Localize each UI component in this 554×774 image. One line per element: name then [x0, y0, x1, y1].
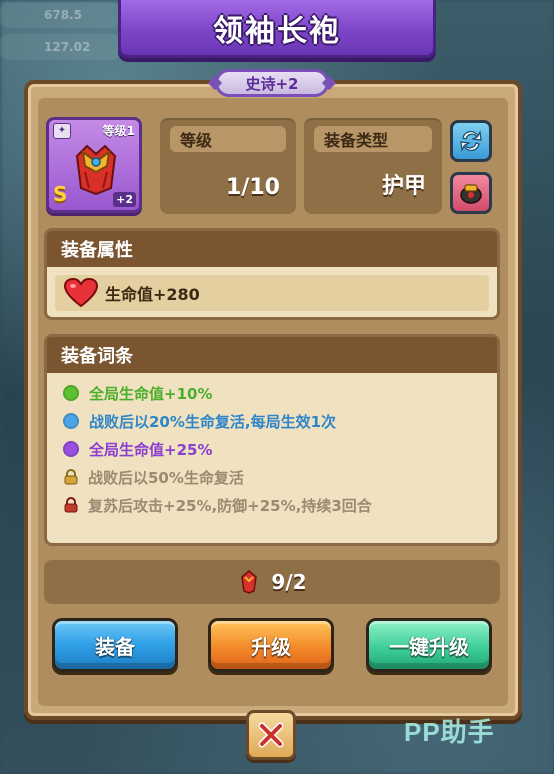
background-text-2: 127.02 [44, 40, 91, 54]
hp-attribute-row: 生命值+280 [55, 275, 489, 311]
item-level: 等级1 [102, 124, 135, 138]
equipment-type-stat: 装备类型 护甲 [304, 118, 442, 214]
affix-item-locked: 战败后以50%生命复活 [47, 463, 497, 491]
watermark: PP助手 [404, 717, 495, 747]
item-grade: S [53, 182, 68, 206]
item-card[interactable]: ✦ 等级1 S +2 [46, 117, 142, 213]
affixes-section: 装备词条 全局生命值+10% 战败后以20%生命复活,每局生效1次 全局生命值+… [44, 334, 500, 546]
lock-icon [64, 469, 78, 485]
swap-button[interactable] [450, 120, 492, 162]
item-tag-icon: ✦ [53, 123, 71, 139]
bag-icon [460, 184, 482, 204]
hp-attribute-text: 生命值+280 [105, 285, 200, 304]
level-stat: 等级 1/10 [160, 118, 296, 214]
lock-icon [64, 497, 78, 513]
affix-item: 全局生命值+10% [47, 379, 497, 407]
close-button[interactable] [246, 710, 296, 760]
one-click-upgrade-button[interactable]: 一键升级 [366, 618, 492, 672]
affix-item: 战败后以20%生命复活,每局生效1次 [47, 407, 497, 435]
upgrade-button[interactable]: 升级 [208, 618, 334, 672]
equip-button[interactable]: 装备 [52, 618, 178, 672]
item-plus: +2 [113, 192, 136, 207]
blue-dot-icon [63, 413, 79, 429]
affix-item-locked: 复苏后攻击+25%,防御+25%,持续3回合 [47, 491, 497, 519]
title-banner: 领袖长袍 [118, 0, 436, 58]
heart-icon [63, 278, 99, 308]
item-title: 领袖长袍 [213, 13, 341, 49]
affixes-header: 装备词条 [47, 337, 497, 373]
cost-value: 9/2 [271, 570, 307, 594]
affix-text: 全局生命值+25% [89, 440, 213, 459]
affix-item: 全局生命值+25% [47, 435, 497, 463]
affix-text: 战败后以50%生命复活 [88, 468, 244, 487]
upgrade-cost-bar: 9/2 [44, 560, 500, 604]
equipment-type-value: 护甲 [381, 174, 426, 199]
swap-icon [460, 129, 482, 153]
background-text-1: 678.5 [44, 8, 82, 22]
affix-text: 全局生命值+10% [89, 384, 213, 403]
close-icon [258, 722, 284, 748]
upgrade-material-icon [241, 570, 258, 594]
rarity-badge: 史诗+2 [215, 69, 329, 97]
affix-text: 复苏后攻击+25%,防御+25%,持续3回合 [88, 496, 372, 515]
bag-button[interactable] [450, 172, 492, 214]
equipment-type-label: 装备类型 [314, 126, 432, 152]
robe-armor-icon [75, 144, 117, 196]
attributes-section: 装备属性 生命值+280 [44, 228, 500, 320]
attributes-header: 装备属性 [47, 231, 497, 267]
level-label: 等级 [170, 126, 286, 152]
level-value: 1/10 [226, 175, 280, 200]
affix-text: 战败后以20%生命复活,每局生效1次 [89, 412, 337, 431]
purple-dot-icon [63, 441, 79, 457]
green-dot-icon [63, 385, 79, 401]
affix-list: 全局生命值+10% 战败后以20%生命复活,每局生效1次 全局生命值+25% 战… [47, 373, 497, 519]
